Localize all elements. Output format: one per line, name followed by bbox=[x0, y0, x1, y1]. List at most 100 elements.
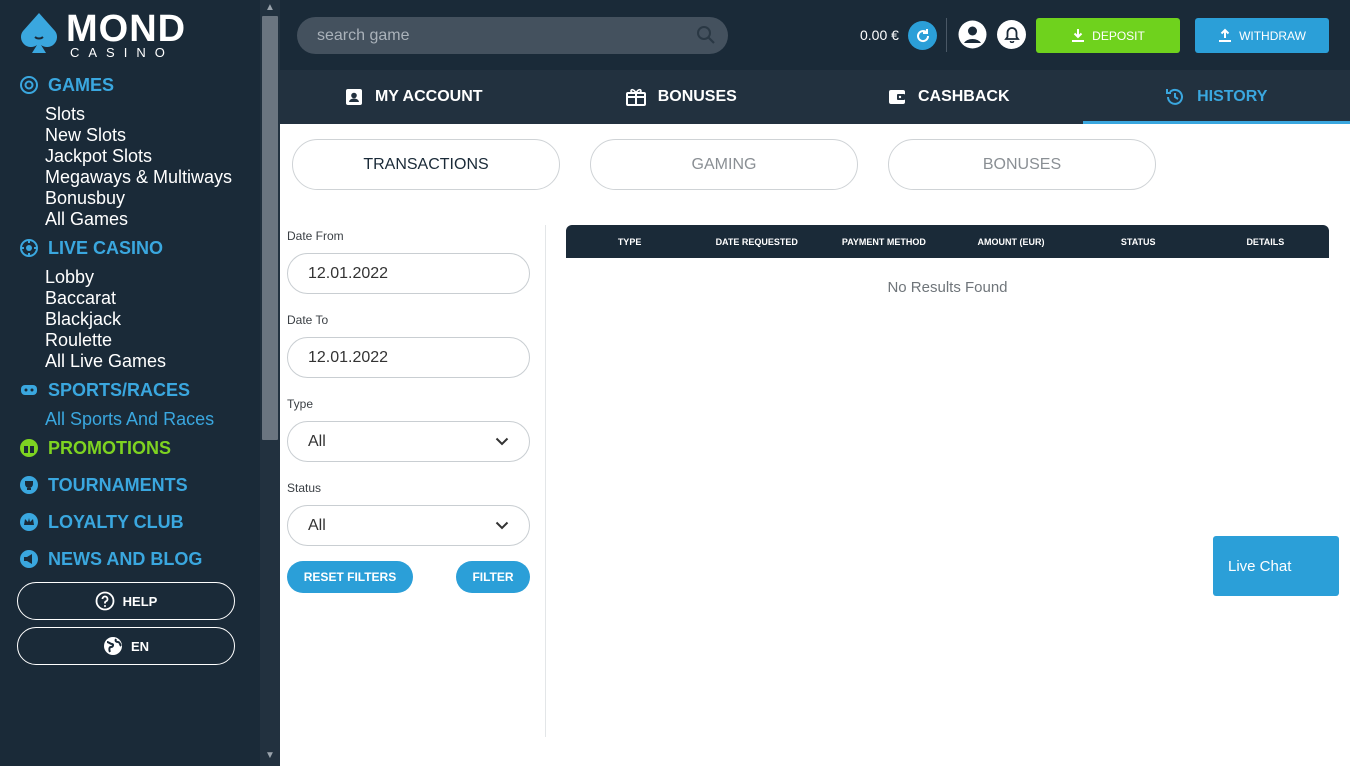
help-label: HELP bbox=[122, 593, 158, 609]
status-value: All bbox=[308, 516, 326, 534]
status-select[interactable]: All bbox=[287, 505, 530, 546]
nav-section-tournaments[interactable]: TOURNAMENTS bbox=[18, 474, 188, 496]
tab-history[interactable]: HISTORY bbox=[1082, 70, 1350, 124]
notifications-button[interactable] bbox=[997, 20, 1026, 49]
tab-label: BONUSES bbox=[657, 88, 737, 105]
chevron-down-icon bbox=[495, 521, 509, 530]
user-profile-icon[interactable] bbox=[958, 20, 987, 54]
tab-my-account[interactable]: MY ACCOUNT bbox=[280, 70, 548, 124]
id-card-icon bbox=[345, 88, 363, 106]
upload-icon bbox=[1219, 28, 1232, 42]
logo-sub-text: CASINO bbox=[70, 44, 174, 60]
nav-section-games[interactable]: GAMES bbox=[18, 74, 114, 96]
tab-bonuses[interactable]: BONUSES bbox=[548, 70, 816, 124]
crown-icon bbox=[18, 511, 40, 533]
logo-main-text: MOND bbox=[66, 7, 187, 50]
deposit-button[interactable]: DEPOSIT bbox=[1036, 18, 1180, 53]
column-details[interactable]: DETAILS bbox=[1202, 237, 1329, 247]
status-label: Status bbox=[287, 481, 322, 495]
transactions-table-header: TYPE DATE REQUESTED PAYMENT METHOD AMOUN… bbox=[566, 225, 1329, 258]
language-label: EN bbox=[130, 638, 150, 654]
gift-icon bbox=[18, 437, 40, 459]
nav-section-label: NEWS AND BLOG bbox=[48, 548, 203, 569]
gift-box-icon bbox=[625, 88, 646, 106]
scroll-up-icon[interactable]: ▲ bbox=[260, 0, 280, 16]
date-to-label: Date To bbox=[287, 313, 329, 327]
deposit-label: DEPOSIT bbox=[1092, 28, 1145, 43]
nav-section-label: SPORTS/RACES bbox=[48, 379, 191, 400]
history-icon bbox=[1165, 87, 1185, 107]
type-select[interactable]: All bbox=[287, 421, 530, 462]
scroll-down-icon[interactable]: ▼ bbox=[260, 748, 280, 764]
sidebar-item-roulette[interactable]: Roulette bbox=[45, 330, 112, 351]
download-icon bbox=[1072, 29, 1085, 42]
sidebar-item-all-live-games[interactable]: All Live Games bbox=[45, 351, 166, 372]
sidebar-item-new-slots[interactable]: New Slots bbox=[45, 125, 126, 146]
nav-section-label: TOURNAMENTS bbox=[48, 474, 188, 495]
tab-label: MY ACCOUNT bbox=[374, 88, 483, 105]
trophy-icon bbox=[18, 474, 40, 496]
nav-section-promotions[interactable]: PROMOTIONS bbox=[18, 437, 171, 459]
search-input[interactable] bbox=[317, 26, 677, 45]
column-type[interactable]: TYPE bbox=[566, 237, 693, 247]
nav-section-loyalty[interactable]: LOYALTY CLUB bbox=[18, 511, 184, 533]
sidebar-item-slots[interactable]: Slots bbox=[45, 104, 85, 125]
question-icon bbox=[95, 591, 115, 611]
column-amount[interactable]: AMOUNT (EUR) bbox=[947, 237, 1074, 247]
search-icon[interactable] bbox=[696, 25, 716, 50]
tab-label: CASHBACK bbox=[917, 88, 1010, 105]
gamepad-icon bbox=[18, 379, 40, 401]
search-bar[interactable] bbox=[297, 17, 728, 54]
column-payment-method[interactable]: PAYMENT METHOD bbox=[820, 237, 947, 247]
reset-filters-button[interactable]: RESET FILTERS bbox=[287, 561, 413, 593]
date-to-value: 12.01.2022 bbox=[308, 348, 389, 366]
sidebar-item-bonusbuy[interactable]: Bonusbuy bbox=[45, 188, 125, 209]
date-from-label: Date From bbox=[287, 229, 344, 243]
sidebar: MOND CASINO GAMES Slots New Slots Jackpo… bbox=[0, 0, 260, 766]
nav-section-label: PROMOTIONS bbox=[48, 437, 172, 458]
sidebar-scrollbar[interactable]: ▲ ▼ bbox=[260, 0, 280, 766]
mond-casino-logo[interactable]: MOND CASINO bbox=[18, 10, 186, 60]
date-from-field[interactable]: 12.01.2022 bbox=[287, 253, 530, 294]
sidebar-item-megaways[interactable]: Megaways & Multiways bbox=[45, 167, 232, 188]
subtab-bonuses[interactable]: BONUSES bbox=[888, 139, 1156, 190]
refresh-icon bbox=[915, 28, 931, 44]
top-header: 0.00 € DEPOSIT WITHDRAW bbox=[280, 0, 1350, 70]
withdraw-button[interactable]: WITHDRAW bbox=[1195, 18, 1329, 53]
nav-section-label: LOYALTY CLUB bbox=[48, 511, 184, 532]
column-date-requested[interactable]: DATE REQUESTED bbox=[693, 237, 820, 247]
help-button[interactable]: HELP bbox=[17, 582, 235, 620]
chevron-down-icon bbox=[495, 437, 509, 446]
sidebar-item-baccarat[interactable]: Baccarat bbox=[45, 288, 116, 309]
column-status[interactable]: STATUS bbox=[1075, 237, 1202, 247]
games-icon bbox=[18, 74, 40, 96]
wallet-icon bbox=[888, 88, 906, 106]
subtab-gaming[interactable]: GAMING bbox=[590, 139, 858, 190]
nav-section-sports[interactable]: SPORTS/RACES bbox=[18, 379, 190, 401]
sidebar-item-lobby[interactable]: Lobby bbox=[45, 267, 94, 288]
sidebar-item-jackpot-slots[interactable]: Jackpot Slots bbox=[45, 146, 152, 167]
type-label: Type bbox=[287, 397, 314, 411]
nav-section-live-casino[interactable]: LIVE CASINO bbox=[18, 237, 163, 259]
megaphone-icon bbox=[18, 548, 40, 570]
filter-button[interactable]: FILTER bbox=[456, 561, 530, 593]
tab-label: HISTORY bbox=[1197, 88, 1268, 105]
no-results-message: No Results Found bbox=[887, 279, 1008, 296]
withdraw-label: WITHDRAW bbox=[1239, 28, 1306, 43]
sidebar-item-all-sports[interactable]: All Sports And Races bbox=[45, 409, 214, 430]
subtab-transactions[interactable]: TRANSACTIONS bbox=[292, 139, 560, 190]
globe-icon bbox=[103, 636, 123, 656]
sidebar-item-blackjack[interactable]: Blackjack bbox=[45, 309, 121, 330]
refresh-balance-button[interactable] bbox=[908, 21, 937, 50]
live-chat-button[interactable]: Live Chat bbox=[1213, 536, 1339, 596]
language-button[interactable]: EN bbox=[17, 627, 235, 665]
nav-section-label: LIVE CASINO bbox=[48, 237, 164, 258]
balance-amount: 0.00 € bbox=[860, 27, 899, 43]
sidebar-item-all-games[interactable]: All Games bbox=[45, 209, 128, 230]
nav-section-news[interactable]: NEWS AND BLOG bbox=[18, 548, 202, 570]
scrollbar-thumb[interactable] bbox=[262, 16, 278, 440]
date-to-field[interactable]: 12.01.2022 bbox=[287, 337, 530, 378]
tab-cashback[interactable]: CASHBACK bbox=[815, 70, 1083, 124]
type-value: All bbox=[308, 432, 326, 450]
account-tabs: MY ACCOUNT BONUSES CASHBACK HISTORY bbox=[280, 70, 1350, 124]
